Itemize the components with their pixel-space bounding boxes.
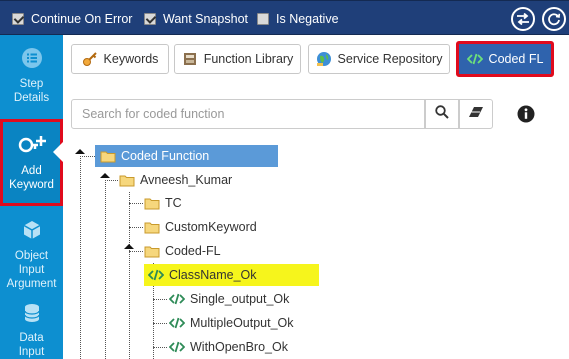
checkbox-checked-icon[interactable] [12,12,24,25]
refresh-icon[interactable] [542,7,566,31]
want-snapshot-checkbox[interactable]: Want Snapshot [144,1,248,36]
main-panel: Keywords Function Library Service Reposi… [63,35,569,359]
expand-arrow-icon[interactable] [100,173,110,178]
expand-arrow-icon[interactable] [124,244,134,249]
tree-connector [153,323,167,324]
coded-function-tree: Coded Function Avneesh_Kumar TC CustomKe… [63,35,569,359]
tree-connector [129,251,143,252]
step-label-line2: Details [13,92,50,104]
object-label-line1: Object [14,250,49,262]
tree-node-folder[interactable]: TC [144,192,182,214]
sidebar-item-object-input-argument[interactable]: Object Input Argument [0,219,63,290]
options-bar: Continue On Error Want Snapshot Is Negat… [0,0,569,35]
add-keyword-label-line2: Keyword [9,179,54,191]
folder-icon [100,150,116,163]
tree-node-function[interactable]: WithOpenBro_Ok [169,336,288,358]
user-label: Avneesh_Kumar [140,173,233,187]
expand-arrow-icon[interactable] [75,149,85,154]
function-label: ClassName_Ok [169,268,257,282]
tree-connector [153,347,167,348]
continue-on-error-label: Continue On Error [31,11,133,26]
data-label-line1: Data [19,332,44,344]
folder-icon [119,174,135,187]
add-key-icon [18,134,46,160]
object-label-line3: Argument [6,278,57,290]
tree-connector [80,156,81,359]
add-keyword-label-line1: Add [21,165,42,177]
tree-node-function[interactable]: Single_output_Ok [169,288,289,310]
tree-connector [80,156,95,157]
root-label: Coded Function [121,149,210,163]
tree-node-root[interactable]: Coded Function [95,145,278,167]
tree-connector [129,227,143,228]
sidebar-item-step-details[interactable]: Step Details [0,47,63,117]
sidebar-item-data-input[interactable]: Data Input [0,303,63,359]
folder-icon [144,197,160,210]
code-icon [148,269,164,281]
tree-connector [129,203,143,204]
folder-label: Coded-FL [165,244,221,258]
list-icon [21,47,43,73]
tree-node-folder[interactable]: Coded-FL [144,240,221,262]
function-label: Single_output_Ok [190,292,290,306]
data-label-line2: Input [18,346,45,358]
tree-node-function-selected[interactable]: ClassName_Ok [144,264,319,286]
tree-connector [105,180,106,359]
tree-node-user[interactable]: Avneesh_Kumar [119,169,232,191]
is-negative-checkbox[interactable]: Is Negative [257,1,339,36]
folder-icon [144,245,160,258]
continue-on-error-checkbox[interactable]: Continue On Error [12,1,132,36]
sidebar: Step Details Add Keyword Object Input Ar… [0,35,63,359]
swap-icon[interactable] [511,7,535,31]
cube-icon [21,219,43,245]
data-icon [21,303,43,327]
tree-node-function[interactable]: MultipleOutput_Ok [169,312,294,334]
step-label-line1: Step [19,78,44,90]
folder-label: CustomKeyword [165,220,257,234]
checkbox-unchecked-icon[interactable] [257,12,269,25]
function-label: MultipleOutput_Ok [190,316,294,330]
tree-connector [105,180,118,181]
code-icon [169,341,185,353]
is-negative-label: Is Negative [276,11,339,26]
folder-label: TC [165,196,182,210]
tree-node-folder[interactable]: CustomKeyword [144,216,257,238]
tree-connector [153,299,167,300]
code-icon [169,317,185,329]
function-label: WithOpenBro_Ok [190,340,288,354]
folder-icon [144,221,160,234]
checkbox-checked-icon[interactable] [144,12,156,25]
object-label-line2: Input [18,264,45,276]
tree-connector [129,192,130,359]
code-icon [169,293,185,305]
sidebar-item-add-keyword[interactable]: Add Keyword [0,119,63,206]
want-snapshot-label: Want Snapshot [163,11,249,26]
